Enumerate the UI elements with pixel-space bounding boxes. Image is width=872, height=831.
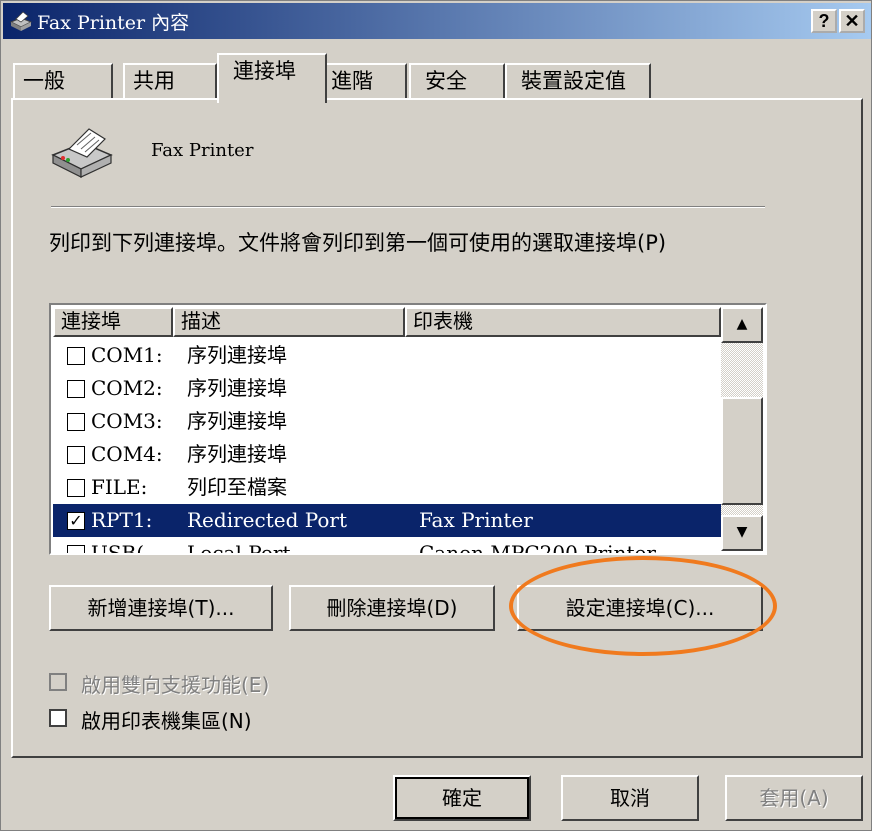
add-port-button[interactable]: 新增連接埠(T)... bbox=[49, 585, 273, 631]
port-desc: 序列連接埠 bbox=[187, 376, 287, 400]
tab-security[interactable]: 安全 bbox=[409, 63, 505, 99]
column-header-port[interactable]: 連接埠 bbox=[53, 307, 173, 337]
port-name: COM2: bbox=[91, 376, 163, 400]
port-desc: 序列連接埠 bbox=[187, 409, 287, 433]
tab-ports[interactable]: 連接埠 bbox=[217, 53, 327, 103]
port-checkbox-checked[interactable]: ✓ bbox=[67, 512, 85, 530]
port-checkbox[interactable] bbox=[67, 479, 85, 497]
port-printer: Fax Printer bbox=[419, 508, 533, 532]
help-button[interactable]: ? bbox=[811, 9, 837, 33]
port-checkbox[interactable] bbox=[67, 545, 85, 553]
port-desc: 序列連接埠 bbox=[187, 442, 287, 466]
port-row[interactable]: COM1: 序列連接埠 bbox=[53, 339, 725, 372]
port-row[interactable]: COM4: 序列連接埠 bbox=[53, 438, 725, 471]
tab-strip: 一般 共用 連接埠 進階 安全 裝置設定值 bbox=[9, 53, 865, 103]
port-list[interactable]: 連接埠 描述 印表機 COM1: 序列連接埠 COM2: 序列連接埠 COM3:… bbox=[49, 303, 767, 555]
port-name: FILE: bbox=[91, 475, 148, 499]
title-bar[interactable]: Fax Printer 內容 ? ✕ bbox=[3, 3, 871, 39]
port-desc: 序列連接埠 bbox=[187, 343, 287, 367]
printer-title-icon bbox=[9, 11, 33, 31]
port-row[interactable]: COM2: 序列連接埠 bbox=[53, 372, 725, 405]
window-title: Fax Printer 內容 bbox=[37, 12, 190, 34]
scroll-down-arrow-icon[interactable]: ▼ bbox=[721, 515, 763, 551]
apply-button[interactable]: 套用(A) bbox=[725, 775, 863, 821]
close-button[interactable]: ✕ bbox=[839, 9, 865, 33]
port-description: 列印到下列連接埠。文件將會列印到第一個可使用的選取連接埠(P) bbox=[49, 231, 667, 255]
port-row[interactable]: USB( Local Port Canon MPC200 Printer bbox=[53, 537, 725, 555]
port-desc: Local Port bbox=[187, 541, 291, 555]
scroll-thumb[interactable] bbox=[721, 397, 763, 505]
delete-port-button[interactable]: 刪除連接埠(D) bbox=[289, 585, 495, 631]
ok-button[interactable]: 確定 bbox=[393, 775, 531, 821]
bidirectional-support-label: 啟用雙向支援功能(E) bbox=[81, 673, 270, 697]
port-row-selected[interactable]: ✓ RPT1: Redirected Port Fax Printer bbox=[53, 504, 725, 537]
port-checkbox[interactable] bbox=[67, 446, 85, 464]
checkbox-box[interactable] bbox=[49, 709, 67, 727]
separator bbox=[51, 206, 765, 208]
port-desc: 列印至檔案 bbox=[187, 475, 287, 499]
port-name: COM1: bbox=[91, 343, 163, 367]
port-row[interactable]: FILE: 列印至檔案 bbox=[53, 471, 725, 504]
tab-sharing[interactable]: 共用 bbox=[123, 63, 217, 99]
highlight-ring bbox=[509, 556, 777, 656]
printer-icon bbox=[51, 128, 113, 178]
port-rows: COM1: 序列連接埠 COM2: 序列連接埠 COM3: 序列連接埠 COM4… bbox=[53, 339, 725, 555]
cancel-button[interactable]: 取消 bbox=[561, 775, 699, 821]
column-header-printer[interactable]: 印表機 bbox=[405, 307, 721, 337]
port-name: COM4: bbox=[91, 442, 163, 466]
printer-pooling-label: 啟用印表機集區(N) bbox=[81, 709, 252, 733]
printer-name: Fax Printer bbox=[151, 140, 254, 161]
port-row[interactable]: COM3: 序列連接埠 bbox=[53, 405, 725, 438]
port-checkbox[interactable] bbox=[67, 413, 85, 431]
tab-general[interactable]: 一般 bbox=[13, 63, 113, 99]
tab-advanced[interactable]: 進階 bbox=[321, 63, 407, 99]
port-name: USB( bbox=[91, 541, 145, 555]
tab-device-settings[interactable]: 裝置設定值 bbox=[505, 63, 651, 99]
port-name: RPT1: bbox=[91, 508, 153, 532]
properties-dialog: Fax Printer 內容 ? ✕ 一般 共用 連接埠 進階 安全 裝置設定值… bbox=[0, 0, 872, 831]
port-printer: Canon MPC200 Printer bbox=[419, 541, 656, 555]
scroll-up-arrow-icon[interactable]: ▲ bbox=[721, 307, 763, 343]
port-list-scrollbar[interactable]: ▲ ▼ bbox=[721, 307, 763, 551]
column-header-description[interactable]: 描述 bbox=[173, 307, 405, 337]
port-checkbox[interactable] bbox=[67, 347, 85, 365]
port-name: COM3: bbox=[91, 409, 163, 433]
port-desc: Redirected Port bbox=[187, 508, 348, 532]
checkbox-box[interactable] bbox=[49, 673, 67, 691]
port-checkbox[interactable] bbox=[67, 380, 85, 398]
